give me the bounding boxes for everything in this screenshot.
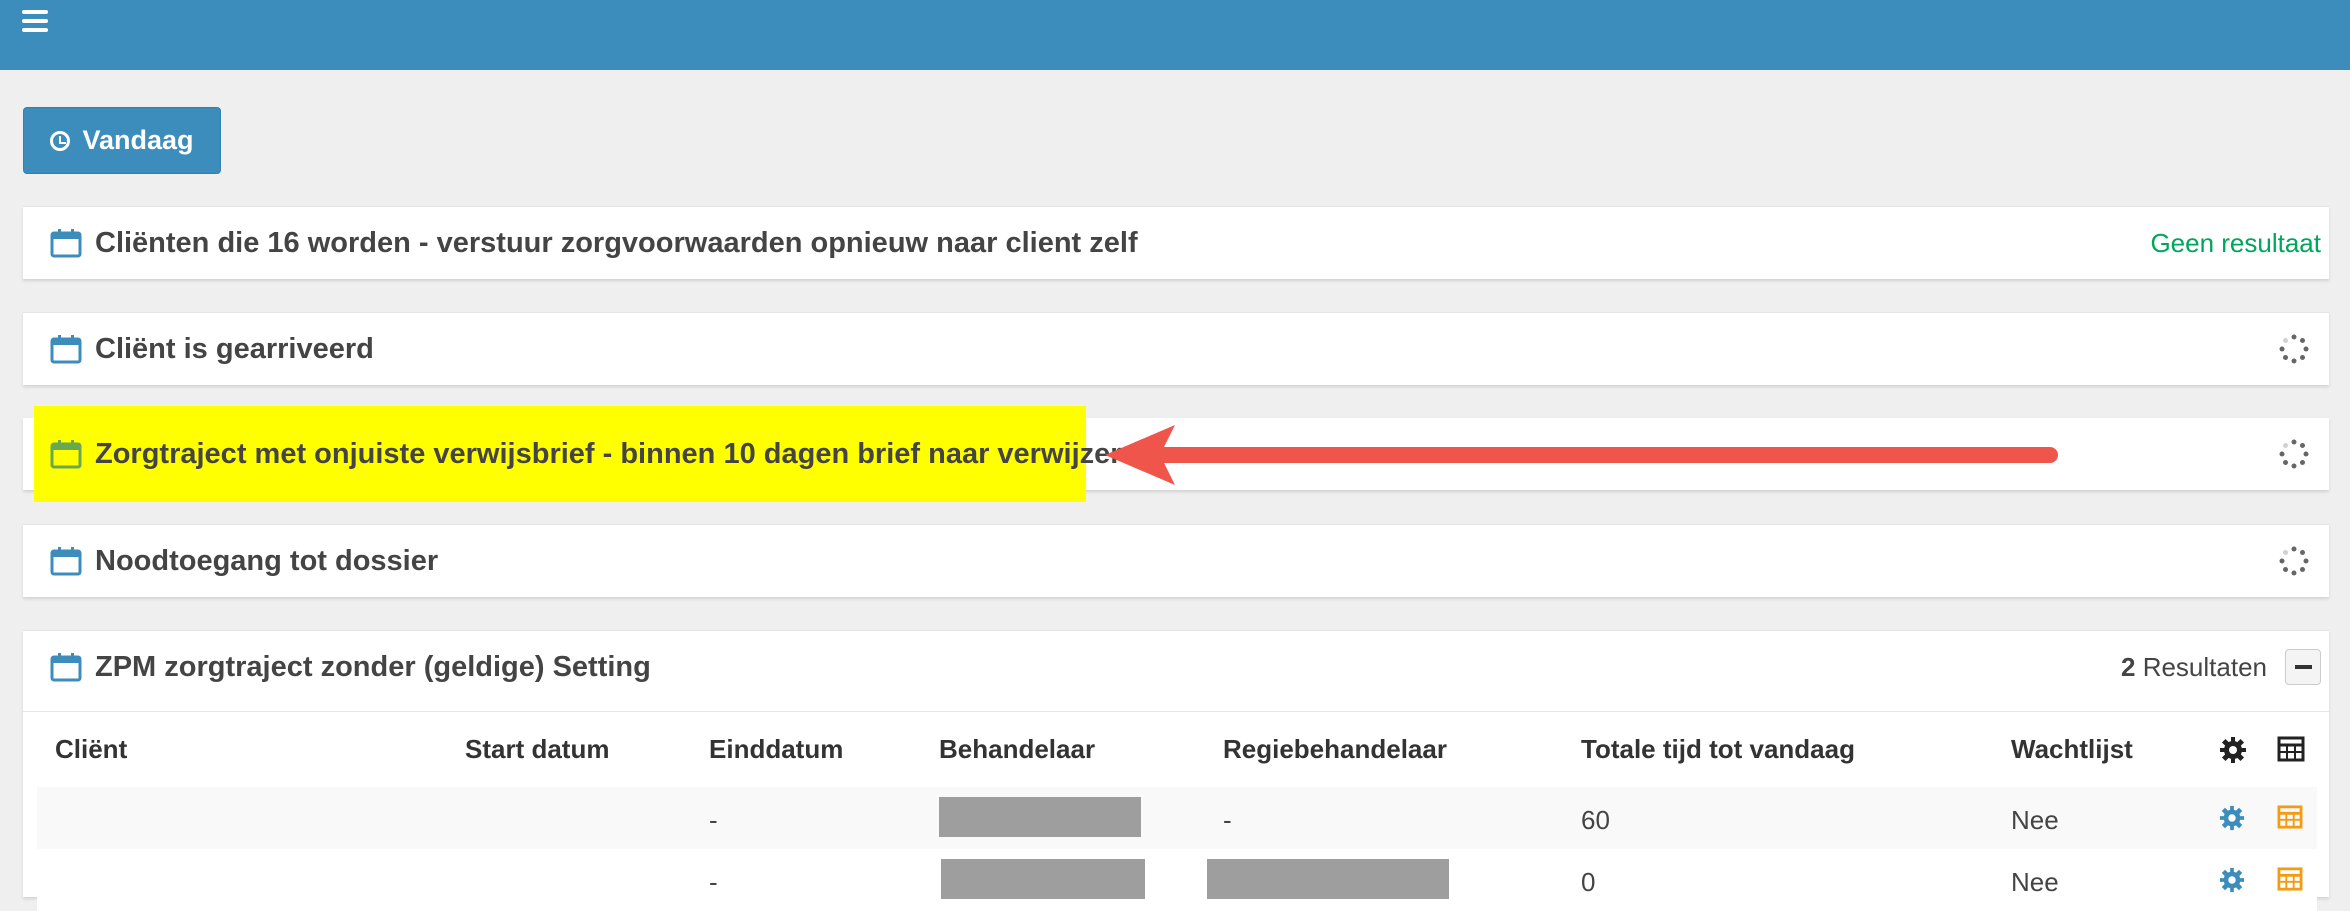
table-icon[interactable] (2277, 867, 2303, 891)
panel-noodtoegang[interactable]: Noodtoegang tot dossier (23, 524, 2329, 597)
column-header[interactable]: Cliënt (55, 734, 127, 765)
hamburger-icon[interactable] (22, 10, 48, 32)
column-header[interactable]: Behandelaar (939, 734, 1095, 765)
wachtlijst-cell: Nee (2011, 867, 2059, 897)
calendar-icon (50, 547, 82, 576)
table-row[interactable]: - 0 Nee (37, 849, 2317, 911)
calendar-icon (50, 440, 82, 469)
panel-title: ZPM zorgtraject zonder (geldige) Setting (95, 650, 651, 683)
calendar-icon (50, 229, 82, 258)
settings-gear-icon[interactable] (2219, 805, 2245, 831)
no-result-label: Geen resultaat (2150, 227, 2321, 258)
column-header[interactable]: Start datum (465, 734, 609, 765)
panel-title: Cliënt is gearriveerd (95, 332, 374, 365)
annotation-arrow (1105, 425, 2058, 485)
panel-title: Noodtoegang tot dossier (95, 544, 439, 577)
panel-clienten-16[interactable]: Cliënten die 16 worden - verstuur zorgvo… (23, 206, 2329, 279)
settings-gear-icon[interactable] (2219, 867, 2245, 893)
loading-spinner-icon (2279, 439, 2309, 469)
panel-title: Cliënten die 16 worden - verstuur zorgvo… (95, 226, 1138, 259)
top-navigation-bar (0, 0, 2350, 70)
panel-title: Zorgtraject met onjuiste verwijsbrief - … (95, 437, 1122, 470)
panel-header[interactable]: ZPM zorgtraject zonder (geldige) Setting… (23, 631, 2329, 703)
redacted-behandelaar (939, 797, 1141, 837)
regiebehandelaar-cell: - (1223, 805, 1232, 835)
settings-gear-icon[interactable] (2219, 736, 2247, 764)
column-header[interactable]: Totale tijd tot vandaag (1581, 734, 1855, 765)
results-count: 2 Resultaten (2120, 651, 2267, 682)
today-button-label: Vandaag (82, 125, 194, 155)
calendar-icon (50, 335, 82, 364)
totale-tijd-cell: 0 (1581, 867, 1596, 897)
collapse-button[interactable] (2285, 649, 2321, 685)
table-header: Cliënt Start datum Einddatum Behandelaar… (23, 711, 2329, 784)
redacted-regiebehandelaar (1207, 859, 1449, 899)
column-header[interactable]: Regiebehandelaar (1223, 734, 1447, 765)
clock-icon (50, 130, 71, 151)
loading-spinner-icon (2279, 546, 2309, 576)
table-icon[interactable] (2277, 805, 2303, 829)
column-header[interactable]: Wachtlijst (2011, 734, 2133, 765)
wachtlijst-cell: Nee (2011, 805, 2059, 835)
redacted-behandelaar (941, 859, 1145, 899)
totale-tijd-cell: 60 (1581, 805, 1610, 835)
table-row[interactable]: - - 60 Nee (37, 787, 2317, 849)
panel-client-gearriveerd[interactable]: Cliënt is gearriveerd (23, 312, 2329, 385)
today-button[interactable]: Vandaag (23, 107, 221, 174)
panel-zpm-zorgtraject: ZPM zorgtraject zonder (geldige) Setting… (23, 630, 2329, 911)
column-header[interactable]: Einddatum (709, 734, 843, 765)
table-view-icon[interactable] (2277, 736, 2305, 762)
einddatum-cell: - (709, 805, 718, 835)
calendar-icon (50, 653, 82, 682)
einddatum-cell: - (709, 867, 718, 897)
loading-spinner-icon (2279, 334, 2309, 364)
